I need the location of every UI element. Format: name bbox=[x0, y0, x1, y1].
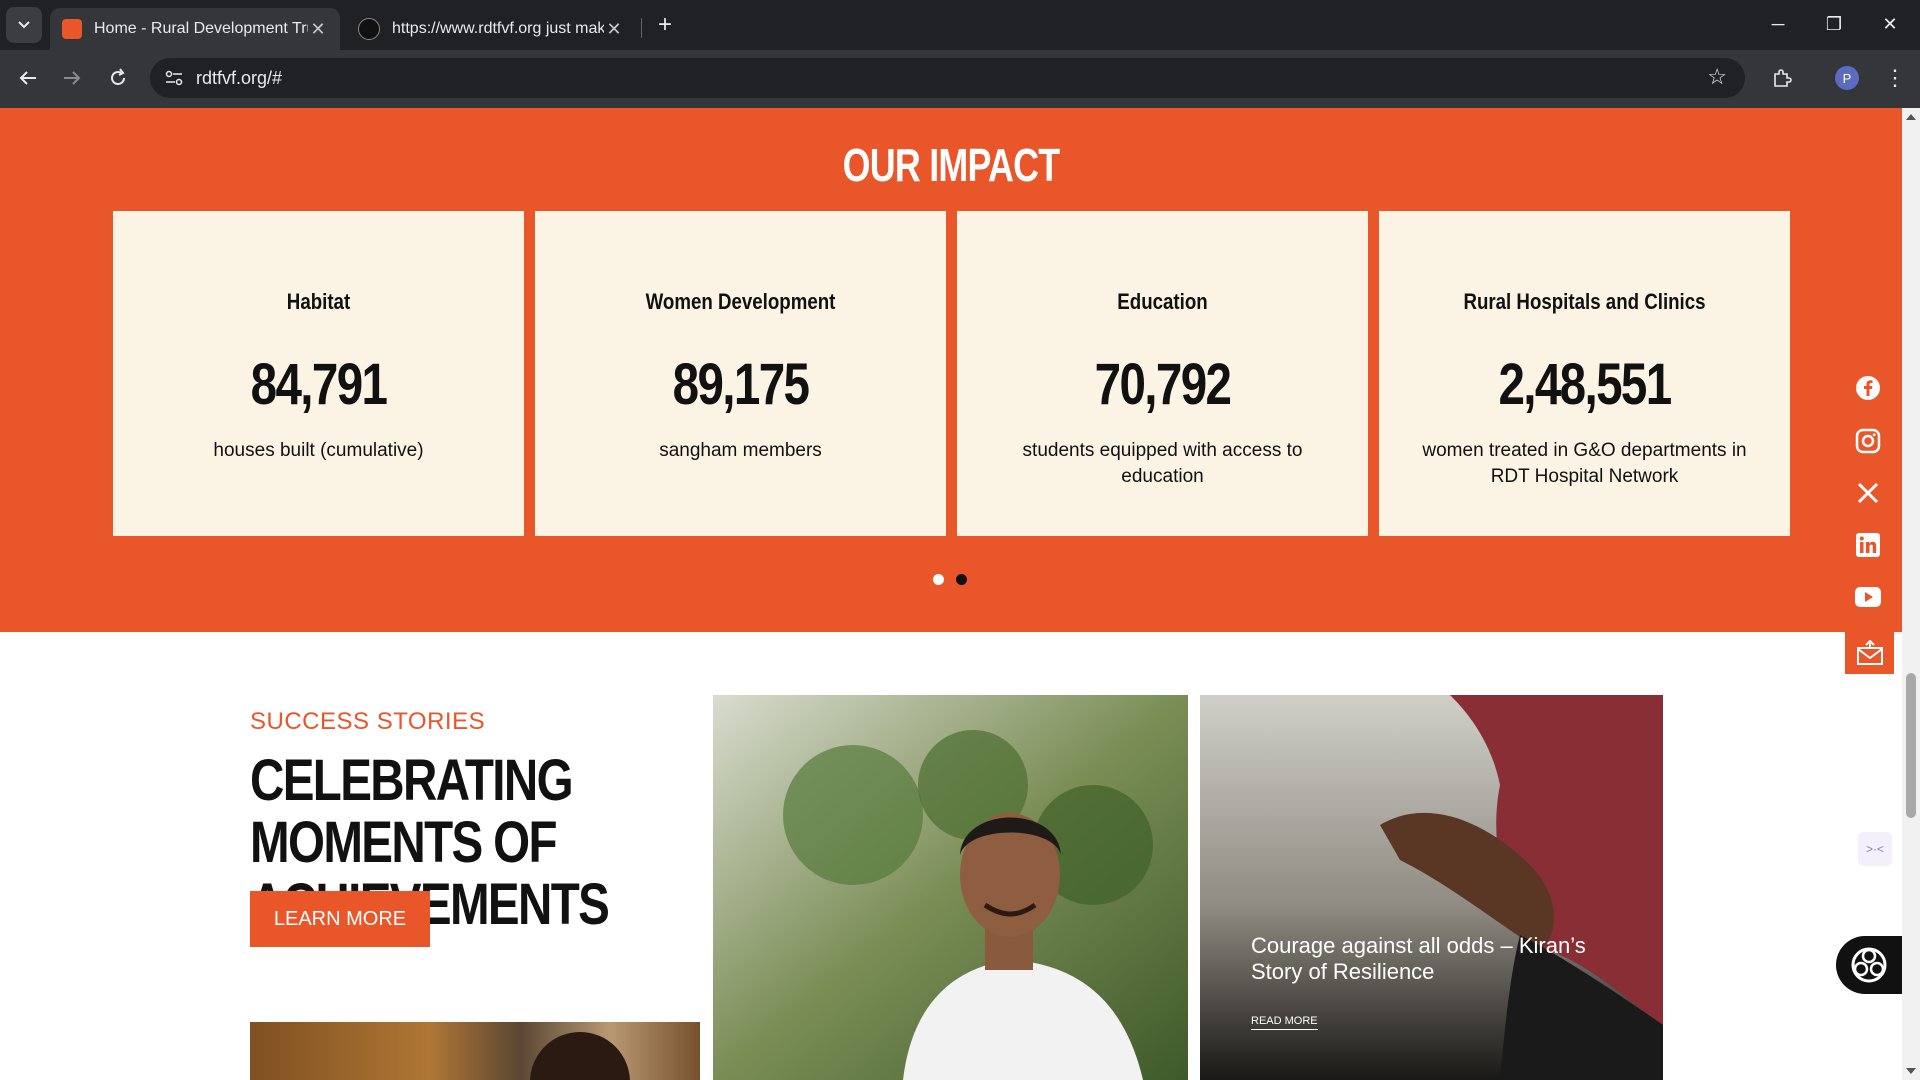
facebook-icon bbox=[1856, 376, 1880, 400]
close-window-button[interactable]: ✕ bbox=[1862, 0, 1918, 48]
reload-button[interactable] bbox=[100, 60, 136, 96]
youtube-icon bbox=[1855, 587, 1881, 607]
linkedin-icon bbox=[1856, 533, 1880, 557]
card-title: Rural Hospitals and Clinics bbox=[1463, 289, 1706, 314]
instagram-link[interactable] bbox=[1845, 418, 1891, 464]
close-tab-icon[interactable]: ✕ bbox=[308, 19, 328, 40]
new-tab-button[interactable]: + bbox=[650, 10, 680, 40]
tab-search-button[interactable] bbox=[6, 7, 42, 43]
tab-strip: Home - Rural Development Tru ✕ https://w… bbox=[0, 0, 1920, 50]
impact-title: OUR IMPACT bbox=[842, 139, 1061, 191]
x-link[interactable] bbox=[1845, 470, 1891, 516]
tab-separator bbox=[641, 18, 642, 38]
chat-assistant-icon bbox=[1851, 947, 1887, 983]
back-button[interactable] bbox=[10, 60, 46, 96]
rdt-favicon-icon bbox=[62, 19, 82, 39]
tab-title: Home - Rural Development Tru bbox=[94, 20, 308, 37]
profile-avatar[interactable]: P bbox=[1835, 66, 1859, 90]
address-bar[interactable]: rdtfvf.org/# ☆ bbox=[150, 58, 1745, 98]
arrow-right-icon bbox=[64, 71, 81, 85]
card-description: houses built (cumulative) bbox=[213, 440, 424, 461]
mail-icon bbox=[1856, 640, 1883, 665]
scroll-up-icon[interactable] bbox=[1902, 110, 1920, 124]
smiling-man-photo bbox=[713, 695, 1188, 1080]
impact-card-women-development: Women Development 89,175 sangham members bbox=[535, 211, 946, 536]
browser-menu-button[interactable]: ⋮ bbox=[1880, 60, 1910, 96]
section-label: SUCCESS STORIES bbox=[250, 708, 486, 735]
card-title: Habitat bbox=[286, 289, 351, 314]
page-scrollbar[interactable] bbox=[1902, 108, 1920, 1080]
card-title: Women Development bbox=[645, 289, 836, 314]
woman-portrait-image bbox=[250, 1022, 700, 1080]
card-number: 89,175 bbox=[672, 352, 810, 417]
card-description: sangham members bbox=[659, 440, 822, 461]
minimize-button[interactable]: ─ bbox=[1750, 0, 1806, 48]
reload-icon bbox=[111, 68, 125, 85]
youtube-link[interactable] bbox=[1845, 574, 1891, 620]
forward-button[interactable] bbox=[54, 60, 90, 96]
instagram-icon bbox=[1855, 428, 1881, 454]
browser-chrome: Home - Rural Development Tru ✕ https://w… bbox=[0, 0, 1920, 108]
impact-card-education: Education 70,792 students equipped with … bbox=[957, 211, 1368, 536]
newsletter-button[interactable] bbox=[1845, 632, 1894, 674]
chevron-down-icon bbox=[18, 21, 30, 29]
chat-widget-button[interactable] bbox=[1836, 936, 1902, 994]
card-number: 84,791 bbox=[250, 352, 388, 417]
tab-home[interactable]: Home - Rural Development Tru ✕ bbox=[50, 8, 340, 50]
tab-second[interactable]: https://www.rdtfvf.org just mak ✕ bbox=[346, 8, 636, 50]
card-number: 70,792 bbox=[1094, 352, 1232, 417]
globe-favicon-icon bbox=[358, 18, 380, 40]
browser-toolbar: rdtfvf.org/# ☆ P ⋮ bbox=[0, 50, 1920, 108]
scroll-down-icon[interactable] bbox=[1902, 1064, 1920, 1078]
impact-section: OUR IMPACT Habitat 84,791 houses built (… bbox=[0, 108, 1902, 632]
story-title[interactable]: Courage against all odds – Kiran’s Story… bbox=[1251, 933, 1631, 985]
close-tab-icon[interactable]: ✕ bbox=[604, 19, 624, 40]
scrollbar-thumb[interactable] bbox=[1906, 673, 1916, 818]
card-description: women treated in G&O departments in RDT … bbox=[1422, 440, 1747, 487]
card-title: Education bbox=[1117, 289, 1208, 314]
x-icon bbox=[1857, 482, 1879, 504]
puzzle-icon bbox=[1774, 69, 1792, 87]
carousel-dot-2[interactable] bbox=[956, 574, 967, 585]
translate-widget[interactable]: >·< bbox=[1858, 832, 1892, 866]
bookmark-star-icon[interactable]: ☆ bbox=[1707, 64, 1727, 90]
story-image-man[interactable] bbox=[713, 695, 1188, 1080]
page-viewport: OUR IMPACT Habitat 84,791 houses built (… bbox=[0, 108, 1920, 1080]
facebook-link[interactable] bbox=[1845, 365, 1891, 411]
tab-title: https://www.rdtfvf.org just mak bbox=[392, 20, 604, 37]
arrow-left-icon bbox=[19, 71, 36, 85]
url-text: rdtfvf.org/# bbox=[196, 68, 283, 88]
extensions-button[interactable] bbox=[1764, 60, 1800, 96]
story-image-woman[interactable] bbox=[250, 1022, 700, 1080]
learn-more-button[interactable]: LEARN MORE bbox=[250, 891, 430, 947]
card-number: 2,48,551 bbox=[1498, 352, 1672, 417]
impact-card-habitat: Habitat 84,791 houses built (cumulative) bbox=[113, 211, 524, 536]
site-info-icon[interactable] bbox=[160, 64, 188, 92]
restore-button[interactable]: ❐ bbox=[1806, 0, 1862, 48]
story-card-kiran[interactable]: Courage against all odds – Kiran’s Story… bbox=[1200, 695, 1663, 1080]
impact-card-rural-hospitals: Rural Hospitals and Clinics 2,48,551 wom… bbox=[1379, 211, 1790, 536]
read-more-link[interactable]: READ MORE bbox=[1251, 1015, 1318, 1030]
carousel-dot-1[interactable] bbox=[933, 574, 944, 585]
card-description: students equipped with access to educati… bbox=[1022, 440, 1303, 487]
linkedin-link[interactable] bbox=[1845, 522, 1891, 568]
